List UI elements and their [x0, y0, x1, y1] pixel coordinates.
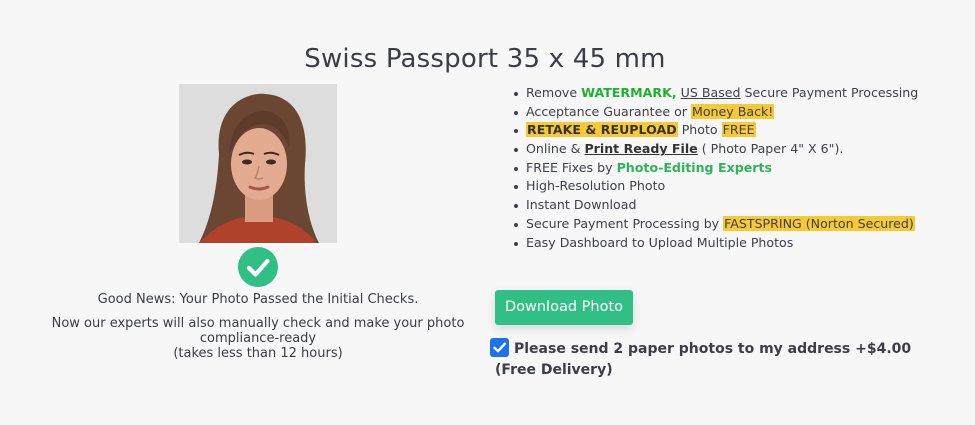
feature-item-watermark: Remove WATERMARK, US Based Secure Paymen…: [513, 84, 919, 103]
portrait-photo-icon: [179, 84, 337, 243]
feature-item-secure-payment: Secure Payment Processing by FASTSPRING …: [513, 215, 918, 234]
feature-item-print-ready: Online & Print Ready File ( Photo Paper …: [513, 140, 918, 159]
passport-photo: [179, 84, 337, 243]
feature-item-guarantee: Acceptance Guarantee or Money Back!: [513, 103, 918, 122]
money-back-highlight: Money Back!: [690, 103, 775, 119]
watermark-highlight: WATERMARK,: [581, 85, 677, 100]
manual-check-message: Now our experts will also manually check…: [28, 316, 488, 361]
feature-text: Secure Payment Processing: [740, 85, 919, 100]
feature-text: Secure Payment Processing by: [526, 215, 724, 231]
manual-check-line-1: Now our experts will also manually check…: [51, 316, 465, 331]
feature-item-instant-download: Instant Download: [513, 196, 918, 215]
photo-editing-experts-text: Photo-Editing Experts: [616, 159, 772, 175]
download-photo-button[interactable]: Download Photo: [495, 290, 633, 325]
free-highlight: FREE: [721, 122, 756, 138]
retake-highlight: RETAKE & REUPLOAD: [526, 122, 678, 138]
feature-item-dashboard: Easy Dashboard to Upload Multiple Photos: [513, 234, 918, 253]
paper-photos-label[interactable]: Please send 2 paper photos to my address…: [495, 339, 935, 381]
feature-text: Online &: [526, 141, 585, 157]
us-based-text: US Based: [680, 85, 741, 100]
feature-text: Remove: [526, 85, 582, 100]
feature-item-high-res: High-Resolution Photo: [513, 177, 918, 196]
passed-checks-message: Good News: Your Photo Passed the Initial…: [97, 292, 419, 307]
feature-list: Remove WATERMARK, US Based Secure Paymen…: [512, 84, 918, 252]
check-circle-icon: [238, 247, 278, 287]
fastspring-highlight: FASTSPRING (Norton Secured): [723, 215, 915, 231]
feature-text: ( Photo Paper 4" X 6").: [697, 141, 844, 157]
print-ready-text: Print Ready File: [584, 141, 698, 157]
manual-check-line-2: compliance-ready: [199, 331, 317, 346]
feature-item-retake: RETAKE & REUPLOAD Photo FREE: [513, 121, 918, 140]
feature-text: Acceptance Guarantee or: [526, 103, 691, 119]
feature-text: Photo: [677, 122, 722, 138]
feature-item-fixes: FREE Fixes by Photo-Editing Experts: [513, 159, 918, 178]
page-title: Swiss Passport 35 x 45 mm: [304, 44, 666, 74]
feature-text: FREE Fixes by: [526, 159, 617, 175]
manual-check-line-3: (takes less than 12 hours): [173, 346, 343, 361]
